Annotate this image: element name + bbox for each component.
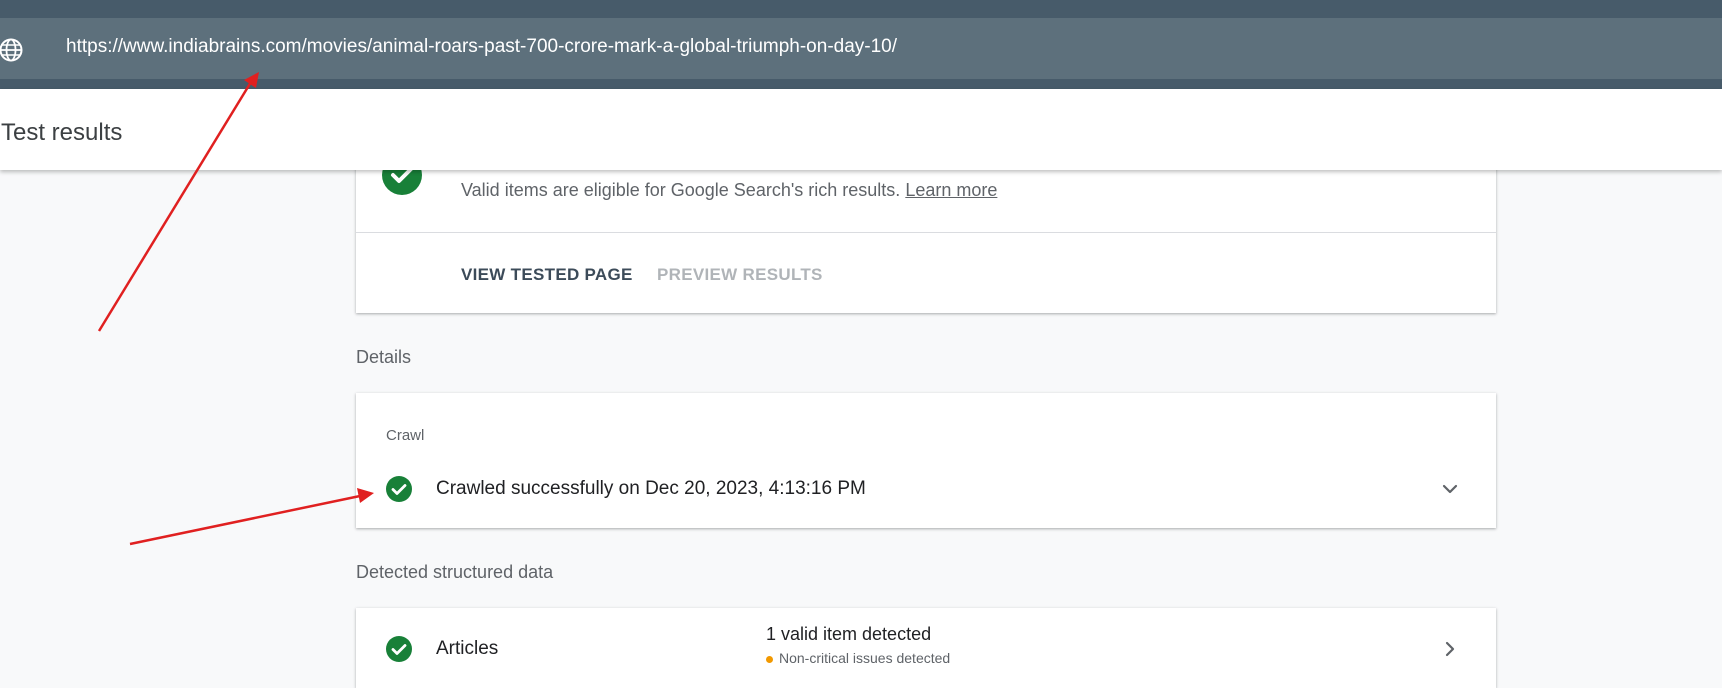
structured-data-row-articles[interactable]: Articles 1 valid item detected Non-criti… [356, 608, 1496, 688]
summary-card: Valid items are eligible for Google Sear… [356, 150, 1496, 313]
page-title: Test results [1, 119, 123, 146]
url-bar-bottom-strip [0, 79, 1722, 89]
crawl-status-text: Crawled successfully on Dec 20, 2023, 4:… [436, 478, 866, 499]
valid-items-count: 1 valid item detected [766, 624, 932, 644]
browser-top-strip [0, 0, 1722, 18]
rich-results-description: Valid items are eligible for Google Sear… [461, 180, 997, 201]
details-section-label: Details [356, 347, 412, 367]
warning-dot-icon [766, 655, 773, 663]
structured-data-type: Articles [436, 638, 499, 659]
crawl-label: Crawl [386, 427, 425, 444]
description-text: Valid items are eligible for Google Sear… [461, 180, 901, 200]
crawl-card[interactable]: Crawl Crawled successfully on Dec 20, 20… [356, 393, 1496, 528]
structured-data-section-label: Detected structured data [356, 562, 554, 582]
issue-text: Non-critical issues detected [779, 650, 951, 666]
annotation-arrow-line [129, 494, 361, 546]
url-bar: https://www.indiabrains.com/movies/anima… [0, 18, 1722, 79]
globe-icon [0, 37, 24, 63]
chevron-right-icon[interactable] [1439, 638, 1461, 660]
learn-more-link[interactable]: Learn more [905, 180, 997, 200]
success-check-icon [386, 476, 412, 502]
results-header: Test results [0, 89, 1722, 170]
success-check-icon [386, 636, 412, 662]
divider [356, 232, 1496, 233]
tested-url[interactable]: https://www.indiabrains.com/movies/anima… [66, 36, 897, 58]
chevron-down-icon[interactable] [1439, 478, 1461, 500]
preview-results-button: PREVIEW RESULTS [657, 265, 823, 284]
view-tested-page-button[interactable]: VIEW TESTED PAGE [461, 265, 633, 285]
issue-status: Non-critical issues detected [766, 650, 950, 666]
